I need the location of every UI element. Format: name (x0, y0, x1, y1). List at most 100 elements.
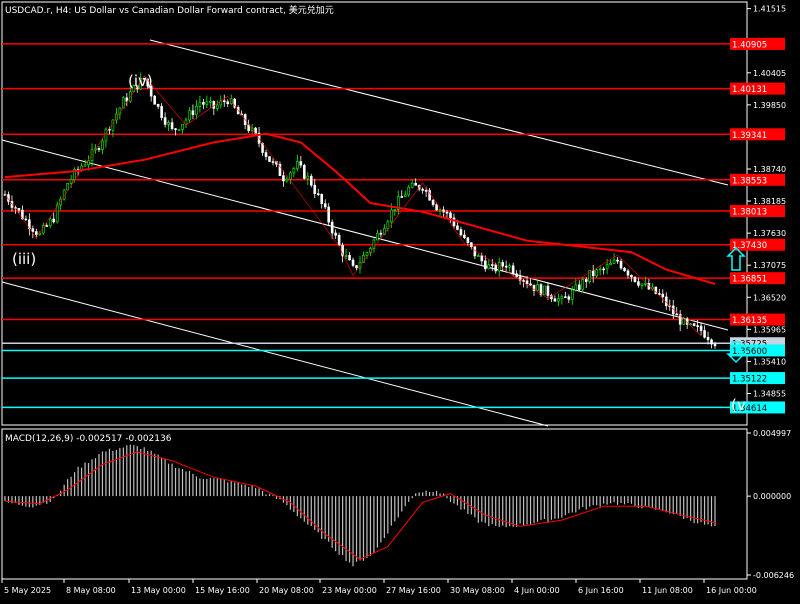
candle-body (504, 265, 508, 268)
candle-body (571, 289, 574, 300)
candle-body (407, 186, 411, 196)
candle-body (445, 211, 449, 214)
candle-body (477, 255, 480, 257)
candle-body (271, 161, 275, 163)
candle-body (536, 284, 539, 291)
resistance-level-label: 1.40131 (732, 85, 767, 95)
resistance-level-label: 1.36851 (732, 275, 767, 285)
time-tick-label: 4 Jun 00:00 (514, 586, 560, 595)
candle-body (299, 161, 303, 166)
candle-body (188, 110, 191, 121)
resistance-level-label: 1.38553 (732, 176, 767, 186)
candle-body (581, 279, 585, 290)
candle-body (45, 225, 49, 227)
candle-body (379, 232, 383, 235)
candle-body (612, 259, 616, 264)
candle-body (696, 325, 699, 327)
channel-lower-line (1, 281, 549, 427)
candle-body (424, 190, 428, 192)
candle-body (706, 337, 710, 341)
candle-body (355, 265, 358, 269)
candle-body (689, 323, 692, 326)
candle-body (675, 313, 679, 316)
candle-body (156, 104, 160, 107)
candle-body (616, 259, 619, 262)
candle-body (630, 274, 633, 278)
trading-chart[interactable]: 1.41515 1.40405 1.39850 1.38740 1.38185 1.376… (0, 0, 800, 600)
candle-body (449, 212, 452, 219)
candle-body (198, 102, 202, 107)
candle-body (52, 218, 56, 223)
candle-body (365, 252, 369, 256)
time-axis: 5 May 2025 8 May 08:00 13 May 00:00 15 May … (1, 579, 757, 595)
price-tick-label: 1.36520 (753, 293, 786, 302)
price-tick-label: 1.40405 (753, 69, 786, 78)
time-tick-label: 20 May 08:00 (259, 586, 314, 595)
candle-body (626, 270, 630, 276)
candle-body (619, 260, 623, 269)
macd-tick-label: 0.000000 (753, 492, 791, 501)
candle-body (167, 122, 170, 125)
zigzag-line (4, 75, 702, 337)
candle-body (480, 255, 484, 262)
candle-body (483, 260, 487, 270)
time-tick-label: 6 Jun 16:00 (578, 586, 624, 595)
support-level-label: 1.35600 (732, 347, 767, 357)
macd-label: MACD(12,26,9) -0.002517 -0.002136 (5, 434, 172, 444)
candle-body (553, 298, 557, 302)
time-tick-label: 23 May 00:00 (322, 586, 377, 595)
candle-body (313, 184, 317, 194)
wave-label-iv: (iv) (128, 72, 153, 90)
wave-label-v: (v (731, 396, 746, 414)
price-tick-label: 1.35410 (753, 357, 786, 366)
candle-body (435, 204, 438, 211)
up-arrow-icon (726, 246, 746, 271)
candle-body (470, 242, 473, 247)
candle-body (487, 264, 491, 270)
candle-body (473, 246, 477, 257)
resistance-level-label: 1.38013 (732, 208, 767, 218)
candle-body (309, 175, 313, 186)
candle-body (511, 265, 515, 275)
candle-body (623, 267, 626, 272)
candle-body (661, 293, 665, 298)
candle-body (609, 262, 612, 266)
candle-body (163, 117, 167, 125)
candle-body (35, 231, 38, 235)
channel-upper-line (149, 39, 729, 186)
candle-body (351, 259, 355, 266)
candle-body (414, 182, 417, 186)
candle-body (69, 179, 73, 184)
candle-body (268, 156, 271, 162)
candle-body (466, 237, 470, 243)
candle-body (48, 218, 52, 227)
wave-label-iii: (iii) (12, 250, 36, 268)
candle-body (508, 265, 511, 268)
candle-body (390, 209, 393, 223)
candle-body (320, 194, 324, 204)
candle-body (24, 218, 28, 221)
candle-body (348, 255, 351, 261)
candle-body (595, 269, 598, 277)
chart-title: USDCAD.r, H4: US Dollar vs Canadian Doll… (5, 4, 334, 16)
candle-body (264, 152, 268, 157)
candle-body (330, 221, 334, 234)
candle-body (181, 123, 184, 130)
candle-body (546, 285, 550, 296)
candle-body (31, 228, 35, 232)
candle-body (567, 296, 571, 300)
candle-body (195, 106, 198, 115)
candle-body (205, 101, 209, 105)
candle-body (456, 225, 459, 230)
candle-body (560, 296, 564, 299)
trend-channels (1, 39, 729, 427)
price-tick-label: 1.37075 (753, 261, 786, 270)
candle-body (177, 129, 181, 131)
candle-body (637, 281, 640, 286)
candle-body (212, 100, 216, 109)
candle-body (564, 296, 567, 298)
candle-body (459, 229, 463, 236)
candle-body (410, 182, 414, 188)
candle-body (692, 323, 696, 326)
candle-body (640, 283, 644, 286)
